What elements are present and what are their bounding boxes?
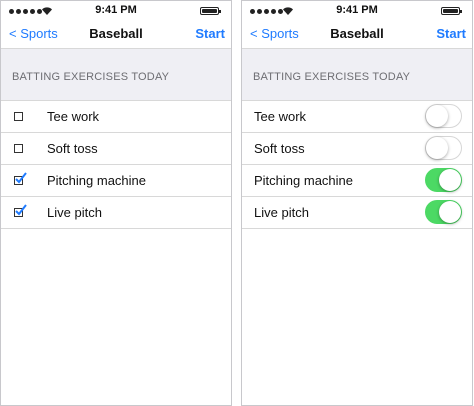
toggle-switch[interactable] [425, 168, 462, 192]
checkbox[interactable] [14, 112, 23, 121]
toggle-switch[interactable] [425, 136, 462, 160]
status-time: 9:41 PM [336, 4, 378, 16]
checkmark-icon [15, 172, 27, 184]
checkbox[interactable] [14, 172, 27, 185]
exercise-label: Soft toss [254, 141, 305, 156]
checkbox[interactable] [14, 204, 27, 217]
exercise-row[interactable]: Soft toss [1, 133, 231, 165]
exercise-label: Soft toss [47, 141, 98, 156]
exercise-label: Pitching machine [47, 173, 146, 188]
status-bar: 9:41 PM [242, 1, 472, 21]
exercise-label: Tee work [254, 109, 307, 124]
section-header: BATTING EXERCISES TODAY [1, 49, 231, 101]
exercise-list: Tee work Soft toss Pitching machine Live… [1, 101, 231, 229]
exercise-row[interactable]: Pitching machine [1, 165, 231, 197]
exercise-label: Live pitch [254, 205, 309, 220]
start-button[interactable]: Start [436, 26, 466, 41]
battery-icon [441, 7, 462, 15]
exercise-row[interactable]: Tee work [1, 101, 231, 133]
checkbox[interactable] [14, 144, 23, 153]
section-header: BATTING EXERCISES TODAY [242, 49, 472, 101]
toggle-switch[interactable] [425, 104, 462, 128]
exercise-row[interactable]: Tee work [242, 101, 472, 133]
checkbox-screen: 9:41 PM < Sports Baseball Start BATTING … [0, 0, 232, 406]
toggle-knob [439, 169, 461, 191]
checkmark-icon [15, 204, 27, 216]
start-button[interactable]: Start [195, 26, 225, 41]
toggle-switch[interactable] [425, 200, 462, 224]
toggle-screen: 9:41 PM < Sports Baseball Start BATTING … [241, 0, 473, 406]
exercise-list: Tee work Soft toss Pitching machine Live… [242, 101, 472, 229]
toggle-knob [439, 201, 461, 223]
exercise-row[interactable]: Live pitch [1, 197, 231, 229]
navigation-bar: < Sports Baseball Start [1, 21, 231, 49]
toggle-knob [426, 105, 448, 127]
exercise-label: Pitching machine [254, 173, 353, 188]
status-time: 9:41 PM [95, 4, 137, 16]
exercise-row[interactable]: Live pitch [242, 197, 472, 229]
exercise-row[interactable]: Soft toss [242, 133, 472, 165]
exercise-label: Live pitch [47, 205, 102, 220]
exercise-label: Tee work [47, 109, 100, 124]
section-title: BATTING EXERCISES TODAY [253, 71, 411, 83]
status-bar: 9:41 PM [1, 1, 231, 21]
navigation-bar: < Sports Baseball Start [242, 21, 472, 49]
toggle-knob [426, 137, 448, 159]
exercise-row[interactable]: Pitching machine [242, 165, 472, 197]
section-title: BATTING EXERCISES TODAY [12, 71, 170, 83]
battery-icon [200, 7, 221, 15]
